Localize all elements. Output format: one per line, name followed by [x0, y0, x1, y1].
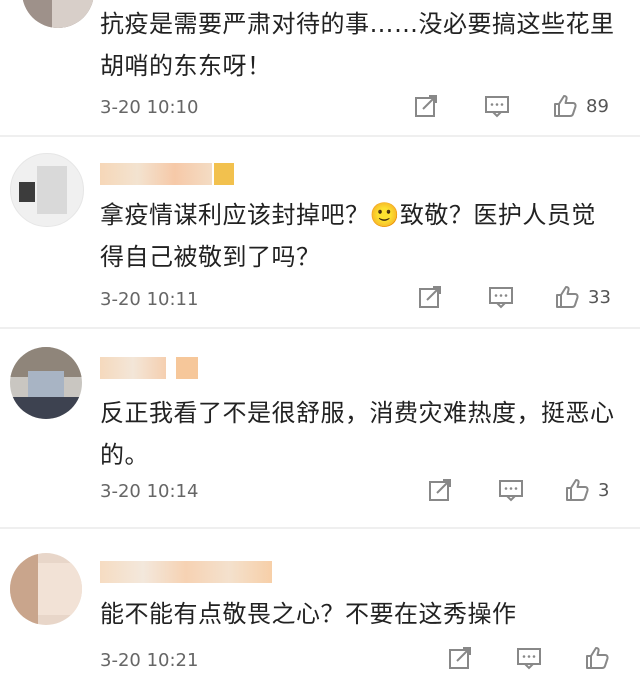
like-count: 89 — [586, 95, 609, 117]
comment-item: 反正我看了不是很舒服，消费灾难热度，挺恶心的。 3-20 10:14 3 — [0, 329, 640, 527]
share-icon[interactable] — [428, 478, 454, 502]
comment-text: 拿疫情谋利应该封掉吧？🙂致敬？医护人员觉得自己被敬到了吗？ — [100, 201, 596, 271]
comment-time: 3-20 10:14 — [100, 481, 199, 502]
comment-text: 反正我看了不是很舒服，消费灾难热度，挺恶心的。 — [100, 399, 615, 469]
user-badge-icon — [214, 163, 234, 185]
comment-icon[interactable] — [484, 94, 510, 118]
share-icon[interactable] — [448, 646, 474, 670]
comment-actions: 33 — [418, 285, 611, 309]
comment-icon[interactable] — [498, 478, 524, 502]
share-icon[interactable] — [414, 94, 440, 118]
comment-text: 抗疫是需要严肃对待的事……没必要搞这些花里胡哨的东东呀！ — [100, 10, 615, 80]
username[interactable] — [100, 161, 234, 187]
like-count: 3 — [598, 479, 610, 501]
thumbs-up-icon[interactable] — [552, 94, 578, 118]
avatar[interactable] — [22, 0, 94, 28]
comment-actions — [448, 646, 618, 670]
comment-icon[interactable] — [516, 646, 542, 670]
avatar[interactable] — [10, 153, 84, 227]
avatar[interactable] — [10, 553, 82, 625]
comment-item: 能不能有点敬畏之心？不要在这秀操作 3-20 10:21 — [0, 529, 640, 684]
thumbs-up-icon[interactable] — [584, 646, 610, 670]
comment-actions: 89 — [414, 94, 609, 118]
avatar[interactable] — [10, 347, 82, 419]
comment-time: 3-20 10:11 — [100, 289, 199, 310]
username[interactable] — [100, 559, 272, 585]
comment-icon[interactable] — [488, 285, 514, 309]
comment-actions: 3 — [428, 478, 609, 502]
share-icon[interactable] — [418, 285, 444, 309]
like-count: 33 — [588, 286, 611, 308]
username[interactable] — [100, 355, 198, 381]
comment-item: 拿疫情谋利应该封掉吧？🙂致敬？医护人员觉得自己被敬到了吗？ 3-20 10:11… — [0, 137, 640, 327]
thumbs-up-icon[interactable] — [554, 285, 580, 309]
comment-time: 3-20 10:10 — [100, 97, 199, 118]
comment-item: 抗疫是需要严肃对待的事……没必要搞这些花里胡哨的东东呀！ 3-20 10:10 … — [0, 0, 640, 135]
user-badge-icon — [176, 357, 198, 379]
thumbs-up-icon[interactable] — [564, 478, 590, 502]
comment-time: 3-20 10:21 — [100, 650, 199, 671]
comment-text: 能不能有点敬畏之心？不要在这秀操作 — [100, 600, 517, 628]
